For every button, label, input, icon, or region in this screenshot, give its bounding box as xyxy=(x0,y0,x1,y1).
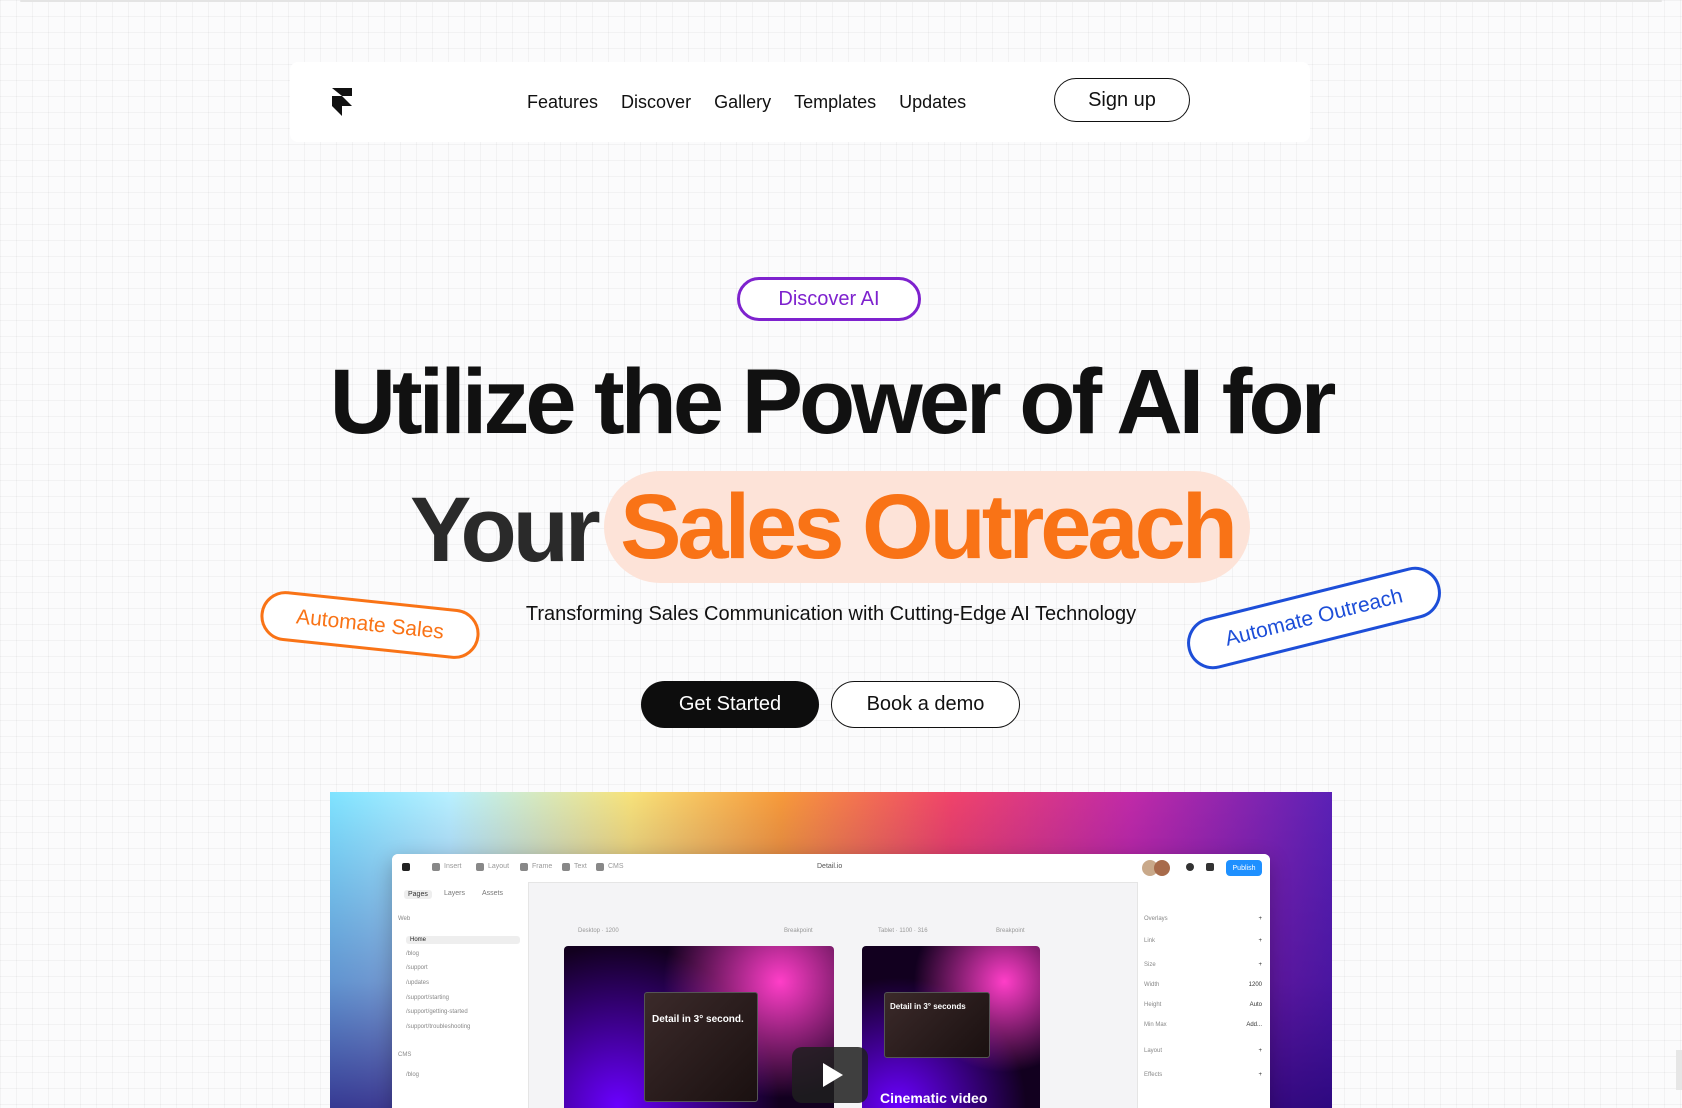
file-name: Detail.io xyxy=(817,863,843,870)
prop-label: Min Max xyxy=(1144,1022,1167,1028)
cms-icon xyxy=(596,863,604,871)
app-logo-icon xyxy=(402,863,410,871)
toolbar-frame: Frame xyxy=(532,863,553,870)
frame-icon xyxy=(520,863,528,871)
frame-right-caption: Detail in 3° seconds xyxy=(890,1002,966,1011)
prop-row: Layout + xyxy=(1144,1048,1262,1054)
video-thumbnail xyxy=(644,992,758,1102)
properties-panel: Overlays + Link + Size + Width 1200 Height Au… xyxy=(1137,882,1270,1108)
nav-link-updates[interactable]: Updates xyxy=(899,92,966,113)
frame-right-bottom-caption: Cinematic video xyxy=(880,1090,988,1106)
product-video-preview[interactable]: Insert Layout Frame Text CMS Detail.io P… xyxy=(330,792,1332,1108)
prop-value: + xyxy=(1258,1072,1262,1078)
insert-icon xyxy=(432,863,440,871)
prop-value: 1200 xyxy=(1248,982,1262,988)
get-started-button[interactable]: Get Started xyxy=(641,681,819,728)
headline-highlight-text: Sales Outreach xyxy=(620,476,1238,578)
hero-subtitle: Transforming Sales Communication with Cu… xyxy=(525,603,1137,625)
pages-heading: Web xyxy=(398,916,411,922)
page-item: /support/starting xyxy=(406,995,450,1001)
tab-pages: Pages xyxy=(404,890,432,899)
play-icon xyxy=(822,1063,843,1087)
tab-assets: Assets xyxy=(482,890,504,897)
headline-your: Your xyxy=(410,479,601,581)
page-item: /support/troubleshooting xyxy=(406,1024,471,1030)
signup-button[interactable]: Sign up xyxy=(1054,78,1190,122)
preview-play-icon xyxy=(1206,863,1214,871)
prop-label: Size xyxy=(1144,962,1156,968)
prop-label: Link xyxy=(1144,938,1156,944)
prop-value: + xyxy=(1258,962,1262,968)
frame-right-breakpoint: Breakpoint xyxy=(996,928,1025,934)
prop-row: Effects + xyxy=(1144,1072,1262,1078)
toolbar-cms: CMS xyxy=(608,863,624,870)
prop-label: Height xyxy=(1144,1002,1162,1008)
prop-label: Width xyxy=(1144,982,1160,988)
frame-right-label: Tablet · 1100 · 316 xyxy=(878,928,928,934)
prop-label: Overlays xyxy=(1144,916,1168,922)
toolbar-insert: Insert xyxy=(444,863,462,870)
prop-value: + xyxy=(1258,938,1262,944)
page-item: /support/getting-started xyxy=(406,1009,468,1015)
toolbar-layout: Layout xyxy=(488,863,510,870)
discover-ai-badge[interactable]: Discover AI xyxy=(737,277,921,321)
layout-icon xyxy=(476,863,484,871)
pages-panel: Pages Layers Assets Web Home /blog /supp… xyxy=(392,882,529,1108)
cms-heading: CMS xyxy=(398,1052,412,1058)
prop-value: Auto xyxy=(1249,1002,1262,1008)
publish-button: Publish xyxy=(1226,860,1262,876)
page-item: Home xyxy=(406,936,520,944)
headline-line-1: Utilize the Power of AI for xyxy=(329,351,1337,453)
nav-link-gallery[interactable]: Gallery xyxy=(714,92,771,113)
prop-value: Add... xyxy=(1246,1022,1262,1028)
settings-icon xyxy=(1186,863,1194,871)
prop-row: Size + xyxy=(1144,962,1262,968)
book-demo-button[interactable]: Book a demo xyxy=(831,681,1020,728)
app-toolbar: Insert Layout Frame Text CMS Detail.io P… xyxy=(392,854,1270,883)
prop-row: Overlays + xyxy=(1144,916,1262,922)
nav-link-templates[interactable]: Templates xyxy=(794,92,876,113)
prop-value: + xyxy=(1258,1048,1262,1054)
nav-link-features[interactable]: Features xyxy=(527,92,598,113)
prop-row: Width 1200 xyxy=(1144,982,1262,988)
prop-row: Height Auto xyxy=(1144,1002,1262,1008)
page-item: /support xyxy=(406,965,428,971)
toolbar-text: Text xyxy=(574,863,587,870)
top-edge xyxy=(20,0,1662,2)
navbar: Features Discover Gallery Templates Upda… xyxy=(290,62,1310,142)
prop-label: Layout xyxy=(1144,1048,1163,1054)
prop-label: Effects xyxy=(1144,1072,1163,1078)
framer-logo-icon[interactable] xyxy=(330,88,354,118)
nav-links: Features Discover Gallery Templates Upda… xyxy=(527,62,966,142)
avatar xyxy=(1154,860,1170,876)
text-icon xyxy=(562,863,570,871)
frame-left-caption: Detail in 3° second. xyxy=(652,1014,744,1025)
frame-left-breakpoint: Breakpoint xyxy=(784,928,813,934)
frame-tablet: Detail in 3° seconds Cinematic video xyxy=(862,946,1040,1108)
cms-item: /blog xyxy=(406,1072,420,1078)
frame-left-label: Desktop · 1200 xyxy=(578,928,619,934)
headline-highlight-pill: Sales Outreach xyxy=(604,471,1250,583)
play-button[interactable] xyxy=(792,1047,868,1103)
page-item: /updates xyxy=(406,980,430,986)
prop-value: + xyxy=(1258,916,1262,922)
nav-link-discover[interactable]: Discover xyxy=(621,92,691,113)
scrollbar-edge[interactable] xyxy=(1676,1050,1682,1090)
page-item: /blog xyxy=(406,951,420,957)
prop-row: Min Max Add... xyxy=(1144,1022,1262,1028)
prop-row: Link + xyxy=(1144,938,1262,944)
tab-layers: Layers xyxy=(444,890,466,897)
